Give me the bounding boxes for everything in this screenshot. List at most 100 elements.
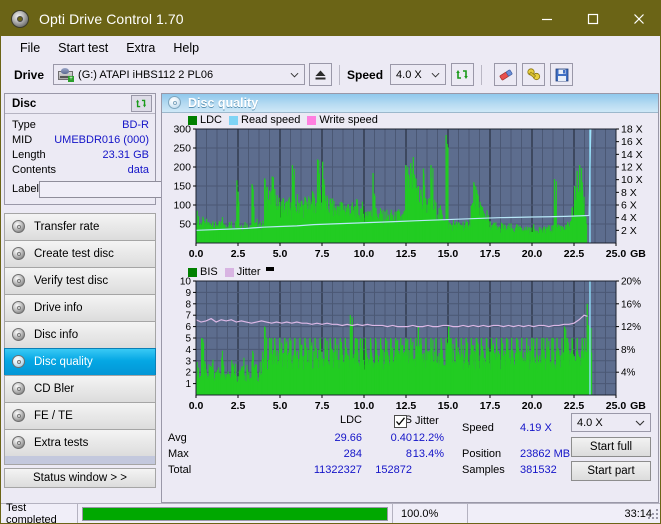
- legend-item-write-speed: Write speed: [307, 114, 378, 126]
- page-title: Disc quality: [188, 96, 259, 110]
- toolbar: Drive + (G:) ATAPI iHBS112 2 PL06 Speed …: [1, 59, 660, 90]
- disc-quality-icon: [167, 96, 182, 110]
- sidebar-item-fe-te[interactable]: FE / TE: [4, 402, 156, 429]
- start-full-button[interactable]: Start full: [571, 437, 651, 457]
- svg-text:5.0: 5.0: [273, 248, 288, 260]
- resize-grip-icon[interactable]: [648, 509, 659, 520]
- menu-item-start-test[interactable]: Start test: [49, 39, 117, 57]
- sidebar-item-create-test-disc[interactable]: Create test disc: [4, 240, 156, 267]
- svg-text:10.0: 10.0: [354, 400, 375, 412]
- svg-text:15.0: 15.0: [438, 248, 459, 260]
- svg-text:12.5: 12.5: [396, 248, 417, 260]
- window-controls: [524, 1, 660, 36]
- disc-quality-icon: [11, 355, 27, 369]
- menu-item-file[interactable]: File: [11, 39, 49, 57]
- jitter-checkbox[interactable]: [394, 415, 407, 428]
- svg-text:10.0: 10.0: [354, 248, 375, 260]
- disc-row-mid: MID UMEBDR016 (000): [12, 132, 149, 147]
- nav-spacer: [4, 456, 156, 465]
- percent-cell: 100.0%: [392, 503, 467, 523]
- progress-percent: 100.0%: [401, 507, 439, 520]
- status-window-button[interactable]: Status window > >: [4, 468, 156, 488]
- drive-select[interactable]: + (G:) ATAPI iHBS112 2 PL06: [53, 64, 306, 85]
- disc-box-title: Disc: [12, 97, 37, 110]
- refresh-icon: [456, 70, 468, 79]
- disc-fete-icon: [11, 409, 27, 423]
- sidebar-item-verify-test-disc[interactable]: Verify test disc: [4, 267, 156, 294]
- drive-label: Drive: [14, 67, 45, 82]
- test-speed-value: 4.0 X: [577, 416, 603, 429]
- chevron-down-icon: [431, 72, 440, 78]
- svg-text:2: 2: [185, 368, 191, 379]
- svg-text:2.5: 2.5: [231, 248, 246, 260]
- menu-item-help[interactable]: Help: [164, 39, 208, 57]
- disc-row-type: Type BD-R: [12, 117, 149, 132]
- refresh-button[interactable]: [451, 63, 475, 86]
- svg-text:4 X: 4 X: [621, 212, 637, 224]
- sidebar-item-label: Extra tests: [34, 437, 89, 449]
- sidebar-item-label: Drive info: [34, 302, 83, 314]
- disc-row-key: MID: [12, 133, 33, 146]
- erase-button[interactable]: [494, 63, 518, 86]
- eraser-icon: [499, 69, 512, 80]
- speed-select[interactable]: 4.0 X: [390, 64, 447, 85]
- svg-text:7.5: 7.5: [315, 248, 330, 260]
- minimize-icon[interactable]: [524, 1, 570, 36]
- disc-refresh-button[interactable]: [131, 95, 152, 112]
- legend-item-bis: BIS: [188, 266, 218, 278]
- svg-text:12.5: 12.5: [396, 400, 417, 412]
- svg-text:2.5: 2.5: [231, 400, 246, 412]
- sidebar-item-disc-info[interactable]: Disc info: [4, 321, 156, 348]
- sidebar-item-disc-quality[interactable]: Disc quality: [4, 348, 156, 375]
- legend-label: Write speed: [319, 114, 378, 126]
- stats-jitter-max: 13.4%: [412, 448, 444, 460]
- stats-jitter-avg: 12.2%: [412, 432, 444, 444]
- svg-text:4: 4: [185, 345, 191, 356]
- disc-row-key: Contents: [12, 163, 57, 176]
- svg-text:14 X: 14 X: [621, 149, 643, 161]
- ldc-chart: LDC Read speed Write speed 50 100 150 200 25…: [162, 113, 658, 263]
- eject-icon: [315, 70, 326, 79]
- legend-swatch: [229, 115, 239, 125]
- legend-marker-black: [265, 267, 274, 271]
- svg-text:9: 9: [185, 288, 191, 299]
- disc-info-icon: [11, 328, 27, 342]
- close-icon[interactable]: [616, 1, 660, 36]
- svg-text:22.5: 22.5: [564, 248, 585, 260]
- disc-label-key: Label: [12, 183, 39, 195]
- app-window: Opti Drive Control 1.70 File Start test …: [0, 0, 661, 524]
- sidebar-item-drive-info[interactable]: Drive info: [4, 294, 156, 321]
- sidebar-item-transfer-rate[interactable]: Transfer rate: [4, 213, 156, 240]
- sidebar-item-label: Verify test disc: [34, 275, 109, 287]
- svg-text:15.0: 15.0: [438, 400, 459, 412]
- progress-bar: [82, 506, 388, 521]
- svg-text:6 X: 6 X: [621, 200, 637, 212]
- test-speed-select[interactable]: 4.0 X: [571, 413, 651, 432]
- sidebar-item-label: FE / TE: [34, 410, 73, 422]
- content-panel: Disc quality LDC Read speed Write speed …: [161, 93, 659, 503]
- window-title: Opti Drive Control 1.70: [39, 10, 184, 27]
- sidebar-item-cd-bler[interactable]: CD Bler: [4, 375, 156, 402]
- menu-item-extra[interactable]: Extra: [117, 39, 164, 57]
- tools-button[interactable]: [522, 63, 546, 86]
- legend-swatch: [307, 115, 317, 125]
- save-icon: [555, 68, 568, 81]
- disc-info-rows: Type BD-R MID UMEBDR016 (000) Length 23.…: [5, 114, 241, 204]
- svg-text:20%: 20%: [621, 277, 641, 288]
- checkmark-icon: [396, 417, 406, 426]
- sidebar-item-extra-tests[interactable]: Extra tests: [4, 429, 156, 456]
- drive-select-value: (G:) ATAPI iHBS112 2 PL06: [78, 68, 214, 81]
- progress-fill: [83, 507, 387, 520]
- eject-button[interactable]: [309, 63, 333, 86]
- svg-text:50: 50: [179, 219, 191, 231]
- sidebar-item-label: Disc info: [34, 329, 79, 341]
- maximize-icon[interactable]: [570, 1, 616, 36]
- legend-swatch: [188, 267, 197, 277]
- disc-drive-icon: [11, 301, 27, 315]
- svg-text:20.0: 20.0: [522, 248, 543, 260]
- start-part-button[interactable]: Start part: [571, 461, 651, 481]
- save-button[interactable]: [550, 63, 574, 86]
- disc-box-header: Disc: [5, 94, 155, 114]
- svg-text:7: 7: [185, 311, 191, 322]
- sidebar-item-label: CD Bler: [34, 383, 75, 395]
